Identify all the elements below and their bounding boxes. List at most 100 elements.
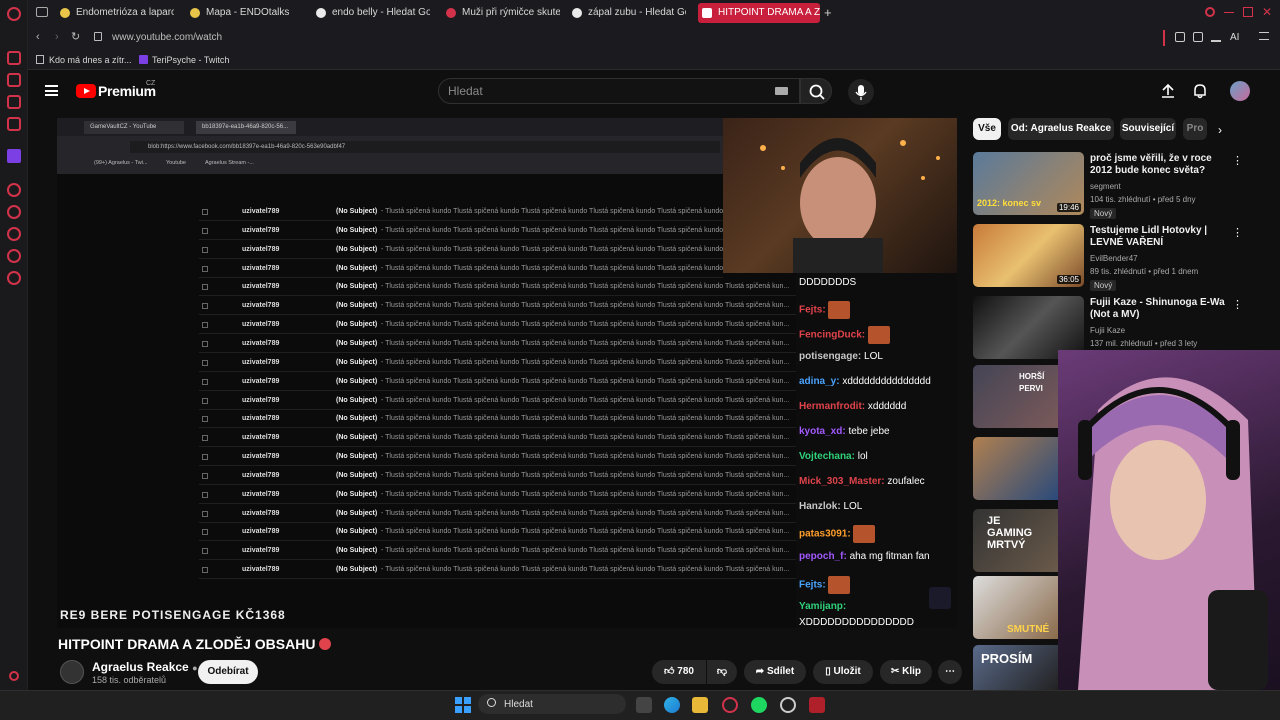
chip-all[interactable]: Vše	[973, 118, 1001, 140]
save-button[interactable]: ▯ Uložit	[813, 660, 873, 684]
mail-subject: (No Subject)	[336, 471, 378, 479]
upload-icon[interactable]	[1160, 83, 1176, 99]
tab-hitpoint-active[interactable]: HITPOINT DRAMA A ZLODĚ	[698, 3, 820, 23]
tab-endo-belly[interactable]: endo belly - Hledat Googl	[312, 3, 430, 23]
maximize-icon[interactable]	[1243, 7, 1253, 17]
chip-from-channel[interactable]: Od: Agraelus Reakce	[1008, 118, 1114, 140]
taskbar-search[interactable]	[478, 694, 626, 714]
chips-next-icon[interactable]: ›	[1218, 123, 1222, 137]
chat-emote-icon	[828, 576, 851, 594]
tab-zapal-zubu[interactable]: zápal zubu - Hledat Googl	[568, 3, 686, 23]
rec-title-3[interactable]: Fujii Kaze - Shinunoga E-Wa (Not a MV)	[1090, 297, 1230, 321]
new-tab-button[interactable]: +	[824, 5, 832, 20]
aria-ai-button[interactable]: AI	[1230, 32, 1239, 43]
opera-taskbar-icon[interactable]	[722, 697, 738, 713]
tab-islands-icon[interactable]	[36, 7, 48, 17]
cube-icon[interactable]	[7, 249, 21, 263]
reload-icon[interactable]: ↻	[71, 30, 80, 43]
bookmark-kdo-ma-dnes[interactable]: Kdo má dnes a zítr...	[49, 55, 132, 65]
rec-channel-1[interactable]: segment	[1090, 182, 1121, 191]
aria-icon[interactable]	[7, 51, 21, 65]
tab-mapa[interactable]: Mapa - ENDOtalks	[186, 3, 304, 23]
account-avatar[interactable]	[1230, 81, 1250, 101]
task-view-icon[interactable]	[636, 697, 652, 713]
url-field[interactable]: www.youtube.com/watch	[112, 32, 222, 43]
bookmark-teripsyche[interactable]: TeriPsyche - Twitch	[152, 55, 229, 65]
rec-channel-3[interactable]: Fujii Kaze	[1090, 326, 1125, 335]
search-input[interactable]	[438, 78, 800, 104]
chat-text: LOL	[843, 501, 863, 512]
steam-icon[interactable]	[780, 697, 796, 713]
channel-name[interactable]: Agraelus Reakce ●	[92, 660, 198, 674]
messenger-icon[interactable]	[7, 73, 21, 87]
back-icon[interactable]: ‹	[36, 31, 40, 43]
voice-search-button[interactable]	[848, 79, 874, 105]
mail-subject: (No Subject)	[336, 339, 378, 347]
rec-thumb-7[interactable]: SMUTNÉ	[973, 576, 1058, 639]
app-icon[interactable]	[809, 697, 825, 713]
rec-menu-icon[interactable]: ⋮	[1232, 226, 1243, 239]
chat-username: Mick_303_Master:	[799, 476, 885, 487]
clip-button[interactable]: ✂ Klip	[880, 660, 932, 684]
chip-related[interactable]: Související	[1120, 118, 1176, 140]
rec-thumb-2[interactable]: 36:05	[973, 224, 1084, 287]
region-code: CZ	[146, 80, 156, 87]
tab-favicon-icon	[60, 8, 70, 18]
download-icon[interactable]	[1211, 32, 1221, 42]
chat-username: potisengage:	[799, 351, 862, 362]
tab-endometrioza[interactable]: Endometrióza a laparoskop	[56, 3, 174, 23]
youtube-logo-icon[interactable]	[76, 84, 96, 98]
settings-icon[interactable]	[7, 271, 21, 285]
history-icon[interactable]	[7, 227, 21, 241]
snapshot-icon[interactable]	[1193, 32, 1203, 42]
menu-icon[interactable]	[1259, 32, 1269, 40]
search-tabs-icon[interactable]	[1205, 7, 1215, 17]
subscribe-button[interactable]: Odebírat	[198, 660, 258, 684]
notifications-bell-icon[interactable]	[1192, 83, 1208, 99]
keyboard-icon[interactable]	[775, 87, 788, 95]
channel-avatar[interactable]	[60, 660, 84, 684]
tab-muzi[interactable]: Muži při rýmičce skutečně	[442, 3, 560, 23]
twitch-icon[interactable]	[7, 149, 21, 163]
close-window-icon[interactable]: ✕	[1262, 5, 1272, 19]
rec-menu-icon[interactable]: ⋮	[1232, 298, 1243, 311]
whatsapp-icon[interactable]	[7, 117, 21, 131]
rec-thumb-1[interactable]: 2012: konec sv 19:46	[973, 152, 1084, 215]
more-icon[interactable]	[9, 671, 19, 681]
file-explorer-icon[interactable]	[692, 697, 708, 713]
heart-icon[interactable]	[7, 205, 21, 219]
forward-icon[interactable]: ›	[55, 31, 59, 43]
rec-thumb-4[interactable]: HORŠÍ PERVI	[973, 365, 1058, 428]
more-actions-button[interactable]: ⋯	[938, 660, 962, 684]
checkbox-icon	[202, 284, 208, 291]
chip-pro[interactable]: Pro	[1183, 118, 1207, 140]
rec-menu-icon[interactable]: ⋮	[1232, 154, 1243, 167]
mail-snippet: - Tlustá spičená kundo Tlustá spičená ku…	[381, 358, 790, 366]
search-button[interactable]	[800, 78, 832, 104]
like-button[interactable]: 👍︎ 780	[652, 660, 706, 684]
mail-snippet: - Tlustá spičená kundo Tlustá spičená ku…	[381, 509, 790, 517]
share-button[interactable]: ➦ Sdílet	[744, 660, 806, 684]
rec-title-1[interactable]: proč jsme věřili, že v roce 2012 bude ko…	[1090, 153, 1230, 177]
minimize-icon[interactable]	[1224, 12, 1234, 13]
mail-sender: uzivatel789	[242, 302, 280, 310]
player-icon[interactable]	[7, 183, 21, 197]
rec-thumb-5[interactable]	[973, 437, 1058, 500]
rec-thumb-8[interactable]: PROSÍM	[973, 645, 1058, 690]
mail-subject: (No Subject)	[336, 302, 378, 310]
clip-label: Klip	[902, 666, 922, 677]
rec-thumb-6[interactable]: JE GAMING MRTVÝ	[973, 509, 1058, 572]
opera-logo-icon[interactable]	[7, 7, 21, 21]
windows-start-icon[interactable]	[455, 697, 471, 713]
spotify-icon[interactable]	[751, 697, 767, 713]
mail-snippet: - Tlustá spičená kundo Tlustá spičená ku…	[381, 264, 723, 272]
address-separator	[1163, 30, 1165, 46]
mail-sender: uzivatel789	[242, 321, 280, 329]
rec-title-2[interactable]: Testujeme Lidl Hotovky | LEVNÉ VAŘENÍ	[1090, 225, 1230, 249]
hamburger-menu-icon[interactable]	[45, 85, 58, 96]
extensions-icon[interactable]	[1175, 32, 1185, 42]
rec-channel-2[interactable]: EvilBender47	[1090, 254, 1138, 263]
dislike-button[interactable]: 👎︎	[707, 660, 737, 684]
edge-icon[interactable]	[664, 697, 680, 713]
instagram-icon[interactable]	[7, 95, 21, 109]
